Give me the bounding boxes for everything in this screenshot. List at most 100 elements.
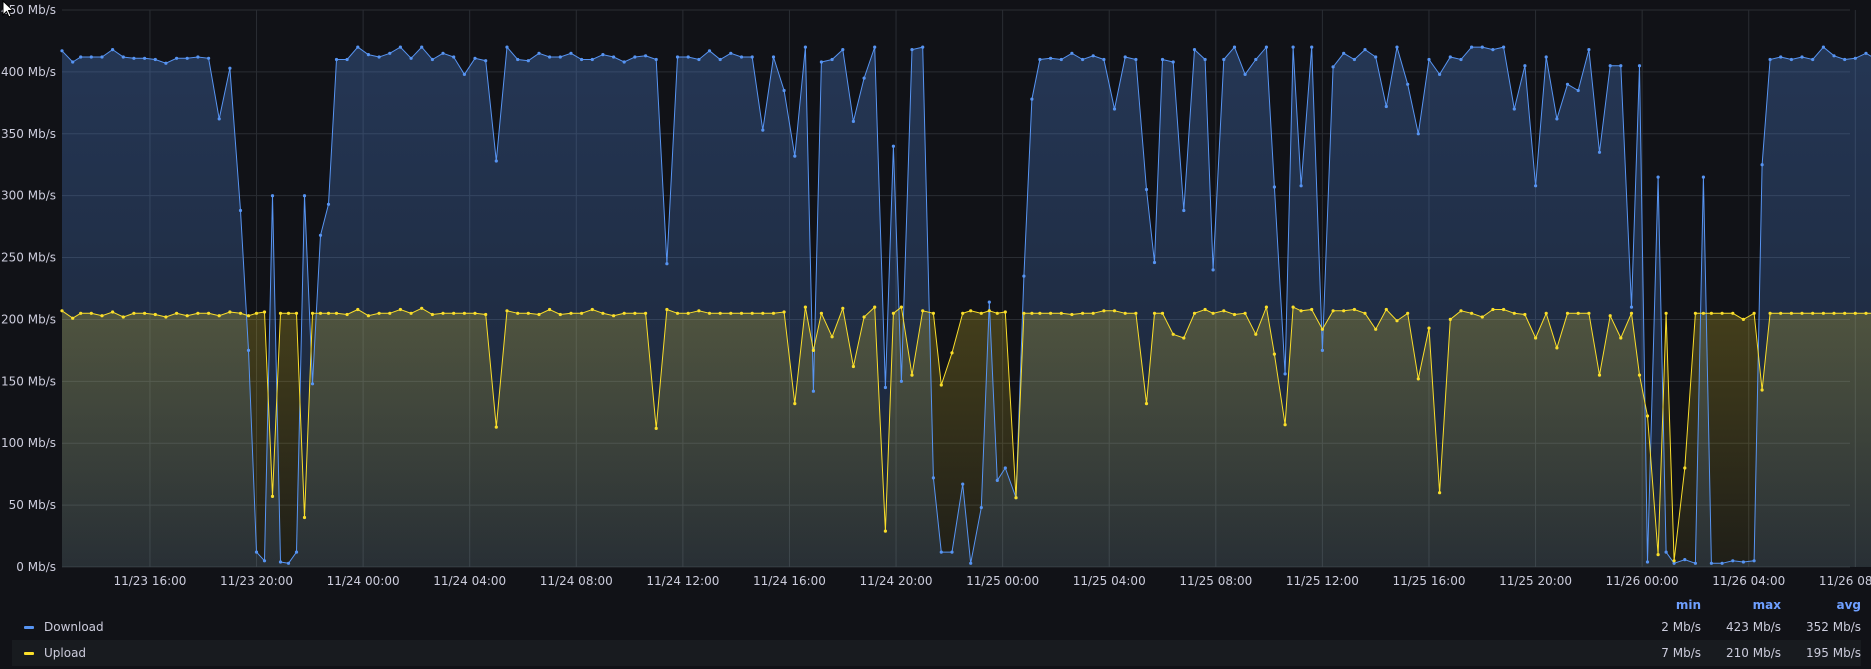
data-point-download — [883, 385, 888, 390]
data-point-upload — [1741, 317, 1745, 321]
data-point-upload — [811, 348, 816, 352]
data-point-download — [207, 56, 211, 60]
x-tick-label: 11/25 16:00 — [1392, 574, 1465, 588]
data-point-upload — [891, 311, 896, 315]
data-point-download — [612, 55, 616, 59]
data-point-upload — [537, 312, 541, 317]
data-point-upload — [1843, 311, 1847, 315]
data-point-upload — [750, 311, 754, 315]
data-point-download — [1779, 55, 1783, 59]
data-point-upload — [71, 316, 75, 320]
data-point-download — [1160, 57, 1165, 62]
data-point-upload — [1864, 311, 1868, 315]
data-point-upload — [207, 311, 211, 315]
data-point-upload — [196, 311, 200, 315]
y-tick-label: 0 Mb/s — [16, 560, 56, 574]
data-point-download — [89, 55, 93, 59]
data-point-upload — [246, 314, 251, 318]
data-point-download — [851, 119, 856, 123]
data-point-download — [238, 208, 243, 213]
data-point-download — [1811, 57, 1815, 62]
legend-row-download[interactable]: Download 2 Mb/s 423 Mb/s 352 Mb/s — [12, 614, 1861, 640]
data-point-upload — [1470, 311, 1474, 315]
data-point-upload — [270, 494, 275, 498]
data-point-upload — [484, 312, 488, 317]
data-point-download — [1608, 64, 1612, 68]
data-point-download — [803, 45, 808, 49]
legend-label-upload[interactable]: Upload — [44, 646, 1621, 660]
data-point-download — [1152, 260, 1157, 265]
data-point-upload — [873, 305, 877, 309]
data-point-download — [1534, 184, 1538, 188]
data-point-download — [1709, 561, 1713, 565]
data-point-download — [1264, 45, 1268, 49]
legend-swatch-upload — [24, 651, 34, 655]
data-point-download — [1480, 45, 1484, 49]
data-point-upload — [686, 311, 690, 315]
data-point-upload — [995, 311, 999, 315]
data-point-download — [1203, 57, 1207, 62]
data-point-download — [1693, 561, 1697, 565]
data-point-upload — [228, 310, 232, 314]
data-point-upload — [1254, 332, 1258, 336]
data-point-upload — [1512, 311, 1516, 315]
data-point-download — [537, 51, 541, 55]
legend-label-download[interactable]: Download — [44, 620, 1621, 634]
data-point-download — [995, 478, 999, 482]
legend-row-upload[interactable]: Upload 7 Mb/s 210 Mb/s 195 Mb/s — [12, 640, 1861, 666]
data-point-upload — [1544, 311, 1548, 315]
data-point-upload — [1821, 311, 1825, 315]
timeseries-chart[interactable]: 0 Mb/s 50 Mb/s 100 Mb/s 150 Mb/s 200 Mb/s 250… — [0, 0, 1871, 590]
data-point-download — [494, 159, 498, 163]
data-point-upload — [398, 307, 402, 312]
data-point-upload — [121, 315, 125, 319]
data-point-upload — [1779, 311, 1783, 315]
data-point-download — [1081, 57, 1085, 62]
data-point-upload — [1352, 307, 1356, 312]
data-point-upload — [217, 314, 221, 318]
data-point-download — [1864, 51, 1868, 55]
data-point-upload — [665, 307, 669, 312]
data-point-upload — [1243, 311, 1247, 315]
data-point-download — [484, 59, 488, 63]
data-point-upload — [1291, 305, 1295, 309]
data-point-upload — [1608, 314, 1612, 318]
x-tick-label: 11/23 16:00 — [113, 574, 186, 588]
data-point-upload — [1664, 311, 1668, 315]
data-point-upload — [1232, 312, 1237, 317]
data-point-download — [761, 128, 765, 132]
x-tick-label: 11/24 04:00 — [433, 574, 506, 588]
data-point-download — [1363, 48, 1367, 52]
data-point-download — [1565, 82, 1570, 86]
data-point-download — [1760, 163, 1764, 167]
data-point-upload — [1416, 377, 1420, 381]
data-point-download — [430, 57, 434, 62]
data-point-upload — [558, 312, 562, 317]
data-point-download — [143, 56, 147, 60]
data-point-download — [1491, 48, 1495, 52]
x-tick-label: 11/24 16:00 — [753, 574, 826, 588]
data-point-upload — [921, 309, 925, 313]
data-point-download — [950, 550, 954, 554]
data-point-upload — [1091, 311, 1095, 315]
data-point-download — [1022, 274, 1026, 278]
data-point-upload — [1160, 311, 1165, 315]
data-point-download — [1272, 185, 1276, 189]
x-tick-label: 11/24 08:00 — [540, 574, 613, 588]
data-point-download — [326, 202, 331, 206]
data-point-upload — [1709, 311, 1713, 315]
data-point-upload — [771, 311, 776, 315]
data-point-upload — [345, 312, 349, 317]
data-point-download — [1182, 208, 1186, 213]
data-point-download — [1619, 64, 1623, 68]
data-point-download — [873, 45, 877, 49]
data-point-upload — [326, 311, 331, 315]
data-point-download — [1192, 48, 1197, 52]
data-point-download — [718, 57, 722, 62]
data-point-download — [750, 55, 754, 59]
data-point-upload — [580, 311, 584, 315]
data-point-upload — [1752, 311, 1756, 315]
data-point-upload — [111, 310, 115, 314]
data-point-upload — [164, 315, 168, 319]
data-point-upload — [473, 311, 477, 315]
